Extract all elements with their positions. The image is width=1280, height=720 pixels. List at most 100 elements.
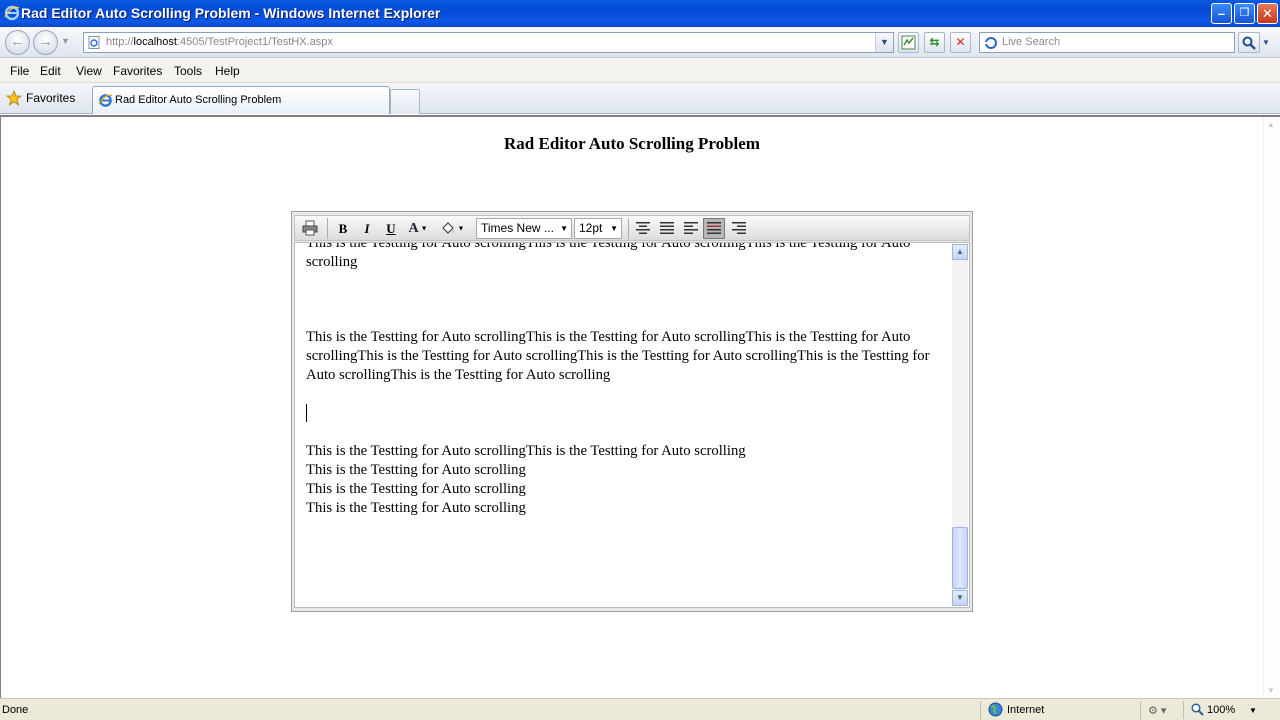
chevron-down-icon: ▼ (610, 224, 618, 233)
status-divider (980, 701, 981, 719)
zoom-icon (1191, 703, 1204, 716)
forecolor-button[interactable]: A ▼ (403, 218, 433, 239)
chevron-down-icon: ▼ (455, 225, 465, 233)
status-divider (1183, 701, 1184, 719)
scroll-thumb[interactable] (952, 527, 968, 589)
search-placeholder: Live Search (1002, 36, 1061, 48)
tab-label: Rad Editor Auto Scrolling Problem (115, 94, 282, 106)
search-box[interactable]: Live Search (979, 32, 1235, 53)
recent-pages-dropdown-icon[interactable]: ▼ (61, 36, 70, 46)
live-search-icon (985, 37, 997, 49)
new-tab-button[interactable] (390, 89, 420, 114)
editor-paragraph: This is the Testting for Auto scrollingT… (306, 329, 930, 383)
protected-mode-icon[interactable]: ⚙ ▾ (1148, 704, 1166, 717)
security-zone[interactable]: Internet (1007, 704, 1044, 716)
scroll-down-button[interactable]: ▼ (952, 590, 968, 606)
editor-toolbar: B I U A ▼ ▼ Times New ... ▼ 12pt ▼ (294, 215, 970, 241)
back-arrow-icon: ← (10, 33, 25, 50)
menu-help[interactable]: Help (215, 64, 240, 78)
justify-right-button[interactable] (728, 218, 750, 239)
stop-button[interactable]: ✕ (950, 32, 971, 53)
editor-paragraph: This is the Testting for Auto scrolling (306, 500, 526, 516)
menu-file[interactable]: File (10, 64, 29, 78)
menu-edit[interactable]: Edit (40, 64, 61, 78)
window-title-bar: Rad Editor Auto Scrolling Problem - Wind… (0, 0, 1280, 27)
font-name-value: Times New ... (481, 221, 554, 235)
refresh-icon: ⇆ (929, 35, 940, 49)
menu-favorites[interactable]: Favorites (113, 64, 162, 78)
address-dropdown-button[interactable]: ▼ (875, 33, 893, 52)
justify-left-button[interactable] (680, 218, 702, 239)
magnifier-icon (1242, 36, 1256, 50)
chevron-up-icon[interactable]: ▲ (1267, 120, 1275, 129)
menu-bar: File Edit View Favorites Tools Help (0, 59, 1280, 83)
status-text: Done (2, 704, 29, 716)
font-color-icon: A (408, 221, 419, 236)
search-button[interactable] (1238, 32, 1260, 53)
align-left-icon (684, 222, 698, 234)
underline-button[interactable]: U (380, 218, 402, 239)
editor-content-area[interactable]: This is the Testting for Auto scrolling T… (294, 242, 970, 608)
forward-arrow-icon: → (38, 33, 53, 50)
refresh-button[interactable]: ⇆ (924, 32, 945, 53)
editor-scrollbar[interactable]: ▲ ▼ (952, 244, 968, 606)
toolbar-separator (327, 218, 328, 239)
status-divider (1140, 701, 1141, 719)
rad-editor: B I U A ▼ ▼ Times New ... ▼ 12pt ▼ This … (291, 211, 973, 612)
align-none-icon (707, 222, 721, 234)
editor-paragraph: This is the Testting for Auto scrollingT… (306, 242, 911, 270)
editor-paragraph: This is the Testting for Auto scrolling (306, 462, 526, 478)
font-name-select[interactable]: Times New ... ▼ (476, 218, 572, 239)
compatibility-view-button[interactable] (898, 32, 919, 53)
zoom-level[interactable]: 100% (1207, 704, 1235, 716)
text-caret (306, 404, 307, 422)
compatibility-view-icon (901, 35, 916, 50)
back-button[interactable]: ← (5, 30, 30, 55)
backcolor-button[interactable]: ▼ (436, 218, 468, 239)
font-size-select[interactable]: 12pt ▼ (574, 218, 622, 239)
stop-icon: ✕ (955, 35, 966, 49)
minimize-button[interactable]: – (1211, 3, 1232, 24)
align-justify-icon (660, 222, 674, 234)
justify-full-button[interactable] (656, 218, 678, 239)
print-button[interactable] (299, 218, 321, 239)
chevron-down-icon: ▼ (880, 37, 889, 47)
editor-paragraph: This is the Testting for Auto scrolling (306, 481, 526, 497)
address-url[interactable]: http://localhost:4505/TestProject1/TestH… (106, 36, 333, 48)
restore-button[interactable]: ❐ (1234, 3, 1255, 24)
page-icon (88, 36, 100, 49)
chevron-up-icon: ▲ (956, 247, 964, 256)
globe-icon (988, 702, 1003, 717)
favorites-label: Favorites (26, 91, 76, 105)
printer-icon (302, 220, 318, 236)
internet-explorer-tab-icon (98, 94, 113, 107)
close-window-button[interactable]: ✕ (1257, 3, 1278, 24)
font-size-value: 12pt (579, 221, 603, 235)
internet-explorer-icon (4, 5, 20, 21)
align-center-icon (636, 222, 650, 234)
forward-button[interactable]: → (33, 30, 58, 55)
zoom-dropdown-icon[interactable]: ▼ (1249, 706, 1257, 715)
italic-button[interactable]: I (356, 218, 378, 239)
favorites-bar: Favorites Rad Editor Auto Scrolling Prob… (0, 83, 1280, 114)
search-options-dropdown-icon[interactable]: ▼ (1262, 38, 1270, 47)
page-heading: Rad Editor Auto Scrolling Problem (504, 134, 760, 153)
paint-bucket-icon (441, 222, 454, 234)
chevron-down-icon[interactable]: ▼ (1267, 686, 1275, 695)
window-title: Rad Editor Auto Scrolling Problem - Wind… (21, 5, 441, 21)
chevron-down-icon: ▼ (560, 224, 568, 233)
chevron-down-icon: ▼ (956, 593, 964, 602)
menu-tools[interactable]: Tools (174, 64, 202, 78)
bold-button[interactable]: B (332, 218, 354, 239)
justify-none-button[interactable] (703, 218, 725, 239)
page-scrollbar[interactable]: ▲ ▼ (1263, 117, 1280, 698)
tab-active[interactable]: Rad Editor Auto Scrolling Problem (92, 86, 390, 114)
star-icon (6, 90, 22, 106)
menu-view[interactable]: View (76, 64, 102, 78)
navigation-bar: ← → ▼ http://localhost:4505/TestProject1… (0, 27, 1280, 58)
justify-center-button[interactable] (632, 218, 654, 239)
page-content: Rad Editor Auto Scrolling Problem B I U … (0, 115, 1280, 698)
scroll-up-button[interactable]: ▲ (952, 244, 968, 260)
address-bar[interactable]: http://localhost:4505/TestProject1/TestH… (83, 32, 894, 53)
status-bar: Done Internet ⚙ ▾ 100% ▼ (0, 698, 1280, 720)
